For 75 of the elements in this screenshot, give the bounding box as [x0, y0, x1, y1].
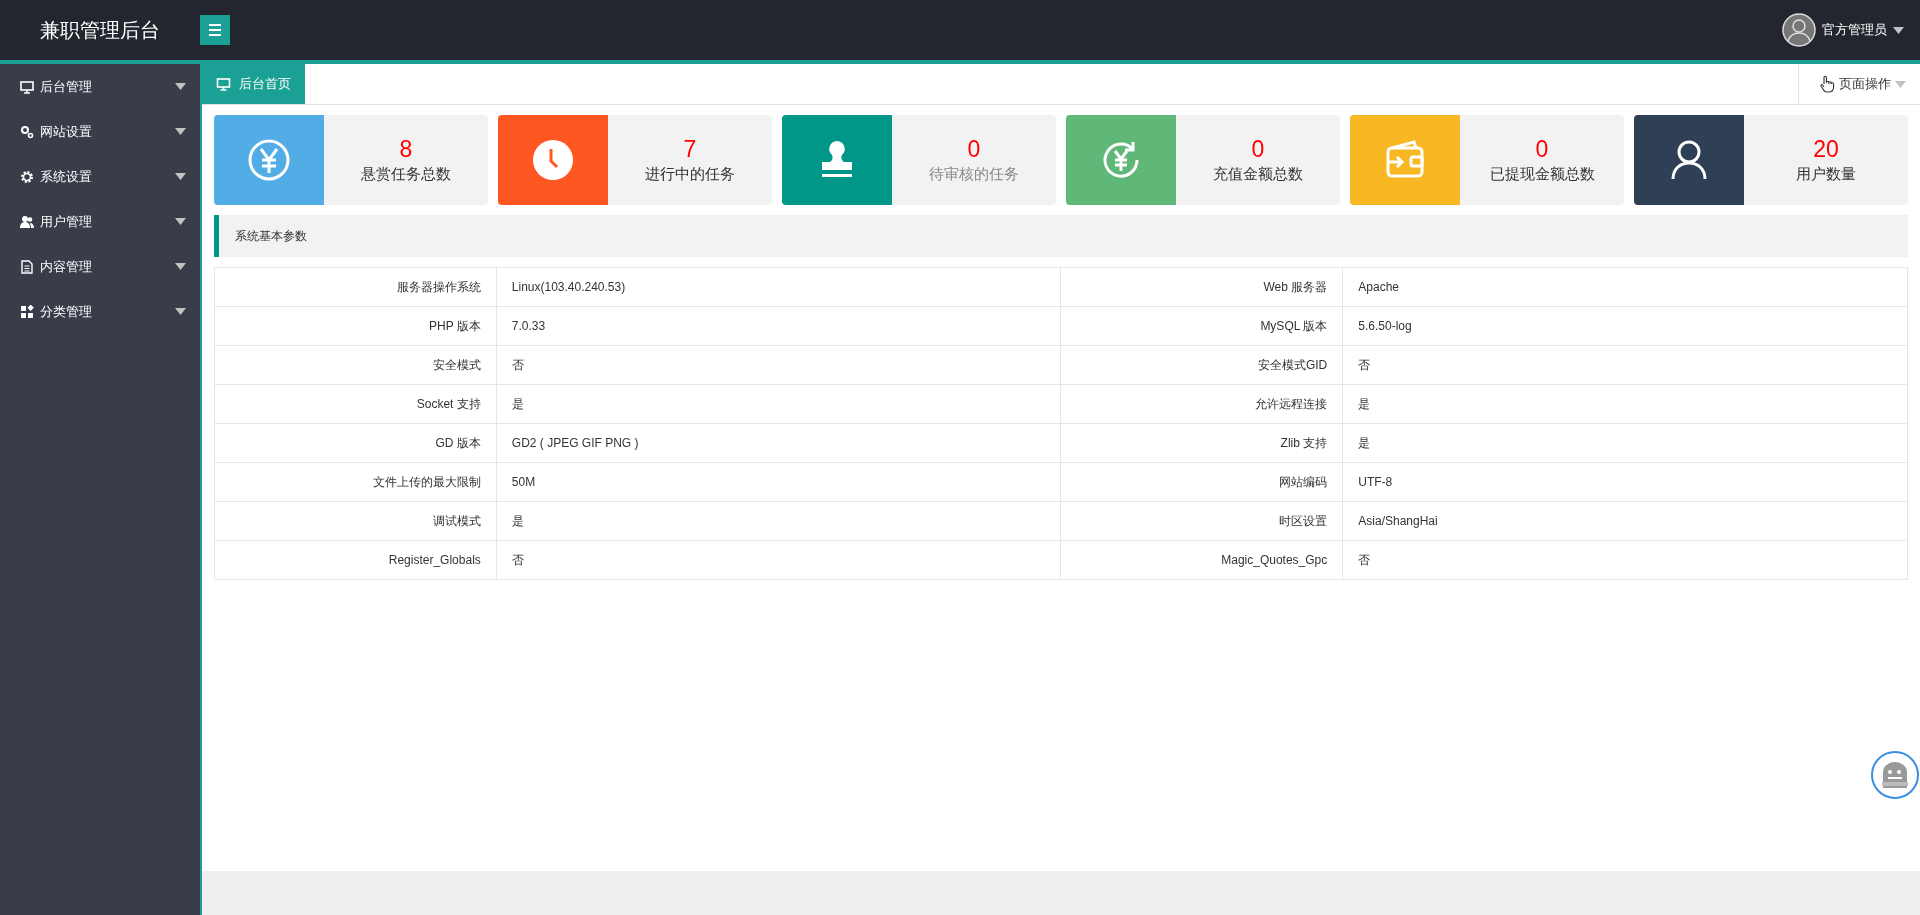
param-value: 否: [1342, 345, 1908, 385]
param-label: 安全模式: [214, 345, 497, 385]
param-value: 是: [496, 384, 1061, 424]
param-label: PHP 版本: [214, 306, 497, 346]
sidebar-item[interactable]: 系统设置: [0, 154, 200, 199]
param-label: 服务器操作系统: [214, 267, 497, 307]
param-label: 允许远程连接: [1061, 384, 1343, 424]
caret-icon: [1895, 80, 1906, 88]
sidebar-item[interactable]: 内容管理: [0, 244, 200, 289]
param-value: 5.6.50-log: [1342, 306, 1908, 346]
caret-icon: [175, 173, 186, 180]
param-label: 安全模式GID: [1061, 345, 1343, 385]
stat-value: 0: [967, 136, 981, 163]
param-label: 文件上传的最大限制: [214, 462, 497, 502]
app-title: 兼职管理后台: [39, 17, 161, 43]
caret-icon: [175, 263, 186, 270]
stat-label: 悬赏任务总数: [361, 165, 451, 184]
param-label: 网站编码: [1061, 462, 1343, 502]
caret-icon: [175, 83, 186, 90]
document-icon: [20, 259, 34, 274]
param-label: Socket 支持: [214, 384, 497, 424]
param-value: 否: [1342, 540, 1908, 580]
caret-icon: [175, 308, 186, 315]
stat-value: 0: [1535, 136, 1549, 163]
stat-value: 0: [1251, 136, 1265, 163]
gear-icon: [20, 169, 34, 184]
user-name[interactable]: 官方管理员: [1822, 21, 1887, 39]
param-value: Linux(103.40.240.53): [496, 267, 1061, 307]
param-value: Apache: [1342, 267, 1908, 307]
param-value: 50M: [496, 462, 1061, 502]
stat-value: 20: [1813, 136, 1839, 163]
param-value: Asia/ShangHai: [1342, 501, 1908, 541]
param-value: UTF-8: [1342, 462, 1908, 502]
caret-icon: [1893, 26, 1904, 34]
param-value: 是: [1342, 384, 1908, 424]
menu-button[interactable]: [200, 15, 230, 45]
stat-value: 7: [683, 136, 697, 163]
stat-value: 8: [399, 136, 413, 163]
stat-label: 待审核的任务: [929, 165, 1019, 184]
param-value: 否: [496, 540, 1061, 580]
param-value: 否: [496, 345, 1061, 385]
sidebar-item[interactable]: 网站设置: [0, 109, 200, 154]
sidebar-item[interactable]: 分类管理: [0, 289, 200, 334]
monitor-icon: [216, 77, 231, 91]
param-label: Magic_Quotes_Gpc: [1061, 540, 1343, 580]
param-label: Web 服务器: [1061, 267, 1343, 307]
menu-icon: [208, 23, 222, 37]
yen-icon: [247, 138, 291, 182]
param-value: 7.0.33: [496, 306, 1061, 346]
param-label: 调试模式: [214, 501, 497, 541]
clock-icon: [531, 138, 575, 182]
blocks-icon: [20, 304, 34, 319]
sidebar-item[interactable]: 后台管理: [0, 64, 200, 109]
caret-icon: [175, 128, 186, 135]
stat-label: 已提现金额总数: [1489, 165, 1595, 184]
section-header: 系统基本参数: [214, 215, 1908, 257]
stat-label: 进行中的任务: [645, 165, 735, 184]
param-value: 是: [496, 501, 1061, 541]
monitor-icon: [20, 79, 34, 94]
param-label: 时区设置: [1061, 501, 1343, 541]
gears-icon: [20, 124, 34, 139]
sidebar-item[interactable]: 用户管理: [0, 199, 200, 244]
param-label: Zlib 支持: [1061, 423, 1343, 463]
param-label: MySQL 版本: [1061, 306, 1343, 346]
users-icon: [20, 214, 34, 229]
caret-icon: [175, 218, 186, 225]
param-value: 是: [1342, 423, 1908, 463]
param-value: GD2 ( JPEG GIF PNG ): [496, 423, 1061, 463]
stat-label: 用户数量: [1796, 165, 1856, 184]
stat-label: 充值金额总数: [1213, 165, 1303, 184]
hand-pointer-icon: [1819, 75, 1835, 93]
param-label: GD 版本: [214, 423, 497, 463]
avatar-icon: [1782, 13, 1816, 47]
robot-icon: [1870, 750, 1920, 800]
param-label: Register_Globals: [214, 540, 497, 580]
